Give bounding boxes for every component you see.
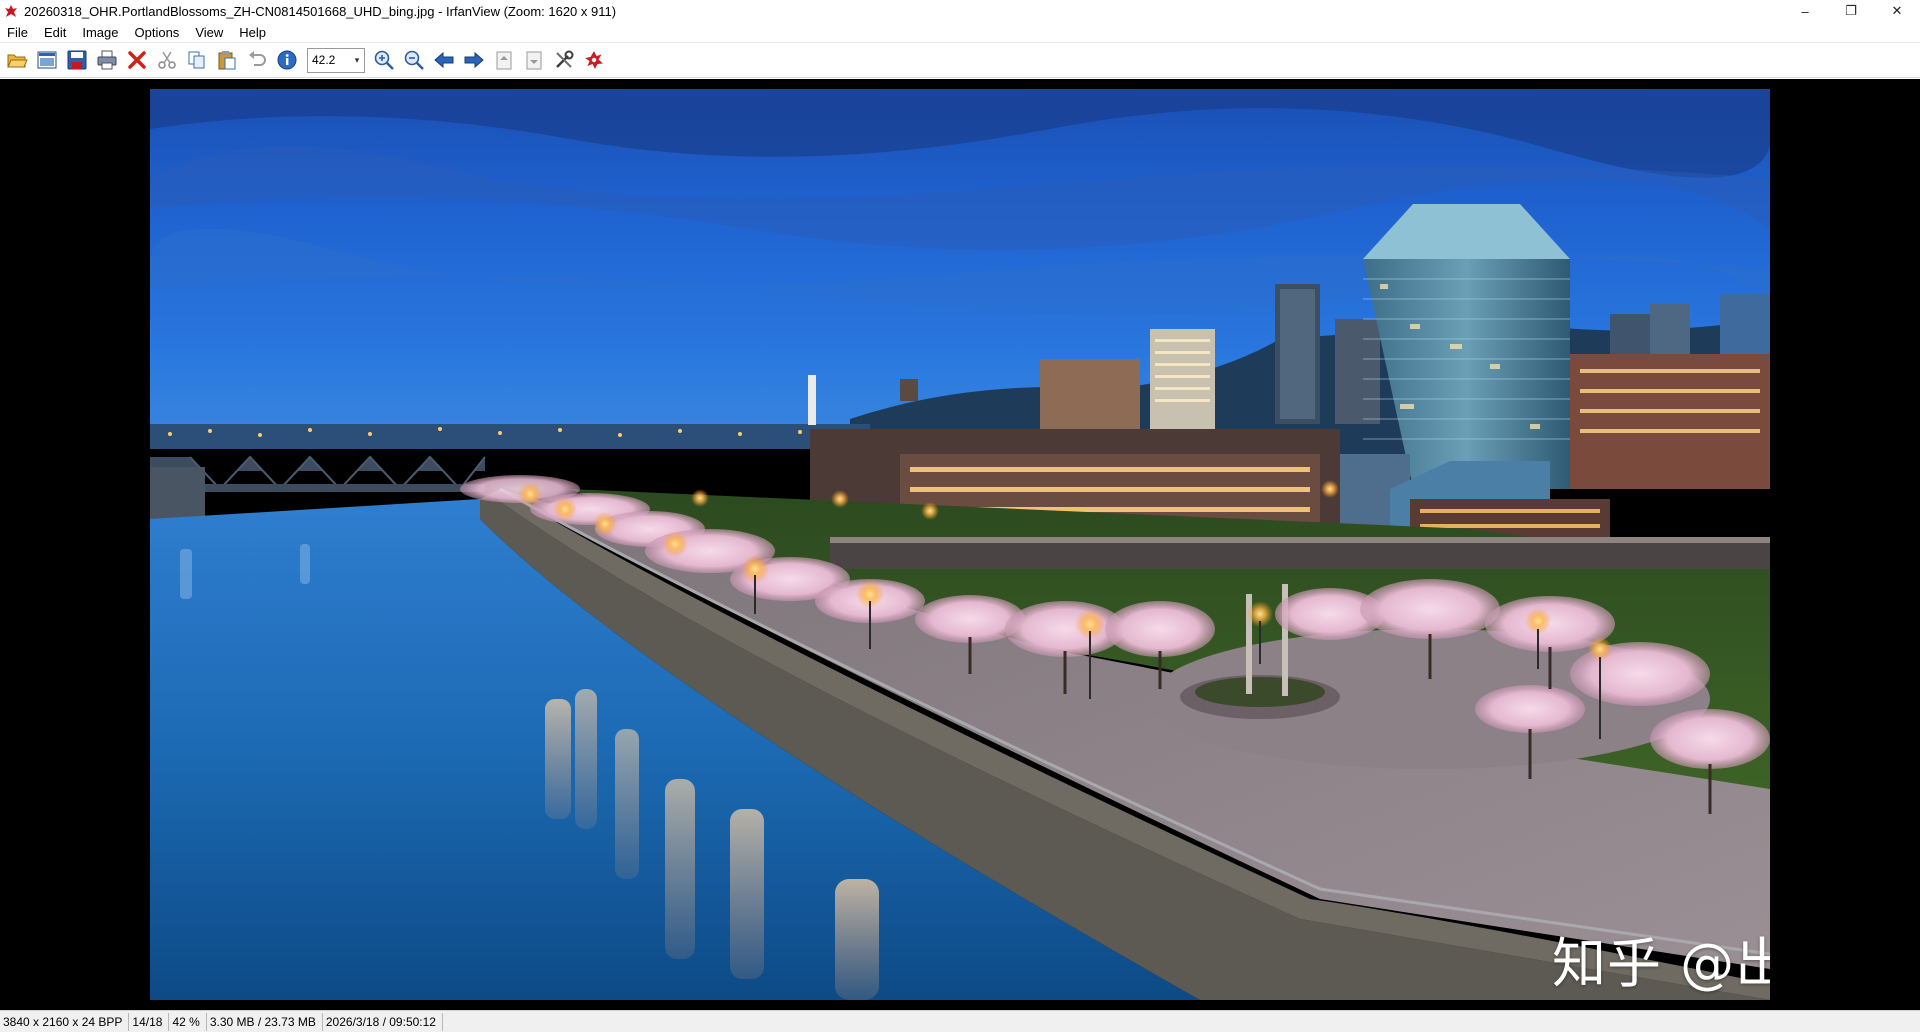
menu-options[interactable]: Options (127, 22, 188, 43)
menu-image[interactable]: Image (74, 22, 126, 43)
thumbnails-icon[interactable] (32, 45, 62, 75)
next-arrow-icon[interactable] (459, 45, 489, 75)
status-file-index: 14/18 (129, 1012, 170, 1031)
watermark-text: 知乎 @出木杉同学 (1552, 932, 1770, 995)
save-icon[interactable] (62, 45, 92, 75)
status-file-size: 3.30 MB / 23.73 MB (207, 1012, 323, 1031)
menu-help[interactable]: Help (231, 22, 274, 43)
copy-icon[interactable] (182, 45, 212, 75)
menu-view[interactable]: View (187, 22, 231, 43)
status-zoom: 42 % (169, 1012, 207, 1031)
menu-edit[interactable]: Edit (36, 22, 74, 43)
menu-bar: File Edit Image Options View Help (0, 22, 1920, 43)
chevron-down-icon[interactable]: ▾ (350, 55, 364, 66)
menu-file[interactable]: File (0, 22, 36, 43)
image-viewer[interactable]: 知乎 @出木杉同学 (0, 79, 1920, 1010)
window-title: 20260318_OHR.PortlandBlossoms_ZH-CN08145… (24, 3, 617, 19)
status-bar: 3840 x 2160 x 24 BPP 14/18 42 % 3.30 MB … (0, 1010, 1920, 1032)
close-button[interactable]: ✕ (1874, 0, 1920, 22)
paste-icon[interactable] (212, 45, 242, 75)
displayed-photo: 知乎 @出木杉同学 (150, 89, 1770, 1000)
info-icon[interactable] (272, 45, 302, 75)
zoom-combo[interactable]: 42.2 ▾ (307, 47, 365, 73)
status-datetime: 2026/3/18 / 09:50:12 (323, 1012, 443, 1031)
title-bar: 20260318_OHR.PortlandBlossoms_ZH-CN08145… (0, 0, 1920, 22)
last-page-icon[interactable] (519, 45, 549, 75)
delete-icon[interactable] (122, 45, 152, 75)
status-dimensions: 3840 x 2160 x 24 BPP (0, 1012, 130, 1031)
window-controls: – ❐ ✕ (1782, 0, 1920, 22)
cut-icon[interactable] (152, 45, 182, 75)
zoom-in-icon[interactable] (369, 45, 399, 75)
toolbar: 42.2 ▾ (0, 43, 1920, 78)
minimize-button[interactable]: – (1782, 0, 1828, 22)
first-page-icon[interactable] (489, 45, 519, 75)
maximize-button[interactable]: ❐ (1828, 0, 1874, 22)
undo-icon[interactable] (242, 45, 272, 75)
zoom-value[interactable]: 42.2 (308, 53, 350, 67)
irfanview-app-icon[interactable] (2, 0, 20, 22)
print-icon[interactable] (92, 45, 122, 75)
open-folder-icon[interactable] (2, 45, 32, 75)
irfanview-logo-icon[interactable] (579, 45, 609, 75)
settings-tools-icon[interactable] (549, 45, 579, 75)
zoom-out-icon[interactable] (399, 45, 429, 75)
previous-arrow-icon[interactable] (429, 45, 459, 75)
